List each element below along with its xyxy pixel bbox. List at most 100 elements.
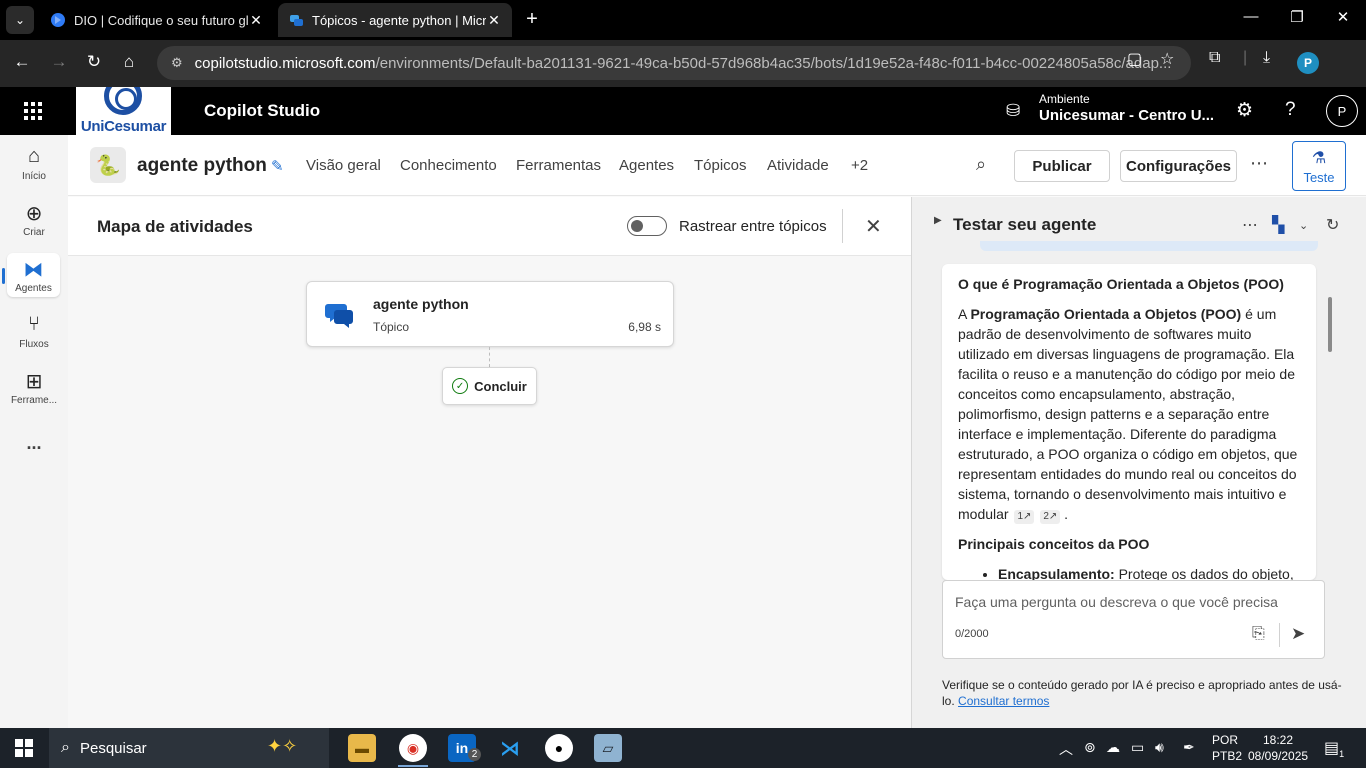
chat-scrollbar[interactable] <box>1328 297 1332 352</box>
publish-button[interactable]: Publicar <box>1014 150 1110 182</box>
org-logo: UniCesumar <box>76 87 171 135</box>
restore-icon[interactable]: ❐ <box>1274 8 1320 26</box>
browser-tab-topicos[interactable]: Tópicos - agente python | Micro ✕ <box>278 3 512 37</box>
citation-number: 2 <box>1043 511 1049 522</box>
plus-circle-icon: ⊕ <box>25 203 43 225</box>
topic-node[interactable]: agente python Tópico 6,98 s <box>306 281 674 347</box>
tab-visao-geral[interactable]: Visão geral <box>306 157 381 174</box>
tab-ferramentas[interactable]: Ferramentas <box>516 157 601 174</box>
send-icon[interactable]: ➤ <box>1291 624 1305 644</box>
topic-node-name: agente python <box>373 296 469 312</box>
input-divider <box>1279 623 1280 647</box>
rail-item-inicio[interactable]: ⌂ Início <box>0 145 68 182</box>
tab-search-button[interactable]: ⌄ <box>6 6 34 34</box>
sparkle-icon: ✦✧ <box>267 736 298 756</box>
github-icon[interactable]: ● <box>545 734 573 762</box>
chevron-down-icon[interactable]: ⌄ <box>1299 219 1308 232</box>
close-tab-icon[interactable]: ✕ <box>486 12 502 29</box>
edit-agent-icon[interactable]: ✎ <box>271 157 284 175</box>
linkedin-badge: 2 <box>468 748 481 761</box>
end-node[interactable]: ✓ Concluir <box>442 367 537 405</box>
rail-item-ferramentas[interactable]: ⊞ Ferrame... <box>0 369 68 406</box>
refresh-icon[interactable]: ↻ <box>1326 215 1339 235</box>
window-close-icon[interactable]: ✕ <box>1320 8 1366 26</box>
taskbar-search[interactable]: ⌕ Pesquisar ✦✧ <box>49 728 329 768</box>
app-launcher-icon[interactable] <box>24 102 42 120</box>
tab-conhecimento[interactable]: Conhecimento <box>400 157 497 174</box>
concepts-list: Encapsulamento: Protege os dados do obje… <box>958 564 1300 580</box>
more-options-icon[interactable]: ⋯ <box>1242 215 1258 235</box>
activity-map-header: Mapa de atividades Rastrear entre tópico… <box>68 197 911 256</box>
close-map-icon[interactable]: ✕ <box>865 214 882 239</box>
tab-title: DIO | Codifique o seu futuro gl <box>74 12 248 28</box>
activity-map-title: Mapa de atividades <box>97 217 253 236</box>
user-avatar[interactable]: P <box>1326 95 1358 127</box>
pen-icon[interactable]: ✒ <box>1183 739 1195 756</box>
flask-icon: ⚗ <box>1311 150 1327 167</box>
home-icon[interactable]: ⌂ <box>117 52 141 72</box>
browser-tab-dio[interactable]: DIO | Codifique o seu futuro gl ✕ <box>40 3 274 37</box>
notepad-icon[interactable]: ▱ <box>594 734 622 762</box>
map-icon[interactable]: ▚ <box>1272 215 1284 235</box>
copilot-studio-icon <box>290 15 303 26</box>
chat-input[interactable] <box>955 591 1305 613</box>
logo-text: UniCesumar <box>80 118 167 135</box>
environment-icon: ⛁ <box>1006 101 1021 120</box>
notification-icon[interactable]: ▤1 <box>1324 738 1344 759</box>
downloads-icon[interactable]: ⤓ <box>1263 49 1270 67</box>
terms-link[interactable]: Consultar termos <box>958 694 1049 708</box>
input-language[interactable]: POR PTB2 <box>1212 732 1242 764</box>
bookmark-star-icon[interactable]: ☆ <box>1160 49 1174 69</box>
tray-app-icon[interactable]: ⊚ <box>1084 739 1096 756</box>
search-icon[interactable]: ⌕ <box>976 154 986 175</box>
test-agent-button[interactable]: ⚗ Teste <box>1292 141 1346 191</box>
new-tab-icon[interactable]: + <box>520 8 544 31</box>
address-bar[interactable]: ⚙ copilotstudio.microsoft.com/environmen… <box>157 46 1191 80</box>
forward-icon[interactable]: → <box>47 52 71 72</box>
product-name[interactable]: Copilot Studio <box>204 101 320 121</box>
extensions-icon[interactable]: ⧉ <box>1209 49 1220 67</box>
chrome-icon[interactable]: ◉ <box>399 734 427 762</box>
para-prefix: A <box>958 306 971 322</box>
volume-icon[interactable]: 🔊︎ <box>1155 739 1164 756</box>
minimize-icon[interactable]: — <box>1228 8 1274 25</box>
browser-toolbar: ← → ↻ ⌂ ⚙ copilotstudio.microsoft.com/en… <box>0 40 1366 87</box>
tab-agentes[interactable]: Agentes <box>619 157 674 174</box>
settings-button[interactable]: Configurações <box>1120 150 1237 182</box>
dio-icon <box>51 13 65 27</box>
track-topics-toggle[interactable] <box>627 216 667 236</box>
rail-more-icon[interactable]: ... <box>0 433 68 454</box>
site-info-icon[interactable]: ⚙ <box>171 55 183 71</box>
onedrive-icon[interactable]: ☁ <box>1106 739 1120 756</box>
file-explorer-icon[interactable]: ▬ <box>348 734 376 762</box>
agent-command-bar: 🐍 agente python ✎ Visão geral Conhecimen… <box>68 135 1366 196</box>
tools-icon: ⊞ <box>25 371 43 393</box>
help-icon[interactable]: ? <box>1285 99 1296 121</box>
reload-icon[interactable]: ↻ <box>82 52 106 72</box>
windows-start-icon[interactable] <box>15 739 33 757</box>
vscode-icon[interactable]: ⋊ <box>496 734 524 762</box>
tray-chevron-icon[interactable]: ︿ <box>1059 739 1073 759</box>
system-clock[interactable]: 18:22 08/09/2025 <box>1248 732 1308 764</box>
tab-more-overflow[interactable]: +2 <box>851 157 868 174</box>
response-subheading: Principais conceitos da POO <box>958 536 1150 552</box>
citation-1[interactable]: 1↗ <box>1014 510 1035 524</box>
rail-item-fluxos[interactable]: ⑂ Fluxos <box>0 313 68 350</box>
tab-atividade[interactable]: Atividade <box>767 157 829 174</box>
collapse-chevron-icon[interactable]: ▶ <box>934 215 942 226</box>
reading-mode-icon[interactable]: ▢ <box>1127 49 1142 69</box>
settings-gear-icon[interactable]: ⚙ <box>1236 99 1253 122</box>
rail-item-criar[interactable]: ⊕ Criar <box>0 201 68 238</box>
tab-topicos[interactable]: Tópicos <box>694 157 747 174</box>
test-label: Teste <box>1303 170 1335 185</box>
back-icon[interactable]: ← <box>10 52 34 72</box>
attach-icon[interactable]: ⎘ <box>1252 625 1265 643</box>
ai-disclaimer: Verifique se o conteúdo gerado por IA é … <box>942 677 1342 709</box>
close-tab-icon[interactable]: ✕ <box>248 12 264 29</box>
rail-item-agentes[interactable]: ⧓ Agentes <box>7 253 60 297</box>
environment-picker[interactable]: Unicesumar - Centro U... <box>1039 107 1214 124</box>
citation-2[interactable]: 2↗ <box>1040 510 1061 524</box>
more-options-icon[interactable]: ⋯ <box>1250 153 1269 174</box>
network-icon[interactable]: ▭ <box>1131 739 1144 756</box>
profile-avatar[interactable]: P <box>1297 52 1319 74</box>
